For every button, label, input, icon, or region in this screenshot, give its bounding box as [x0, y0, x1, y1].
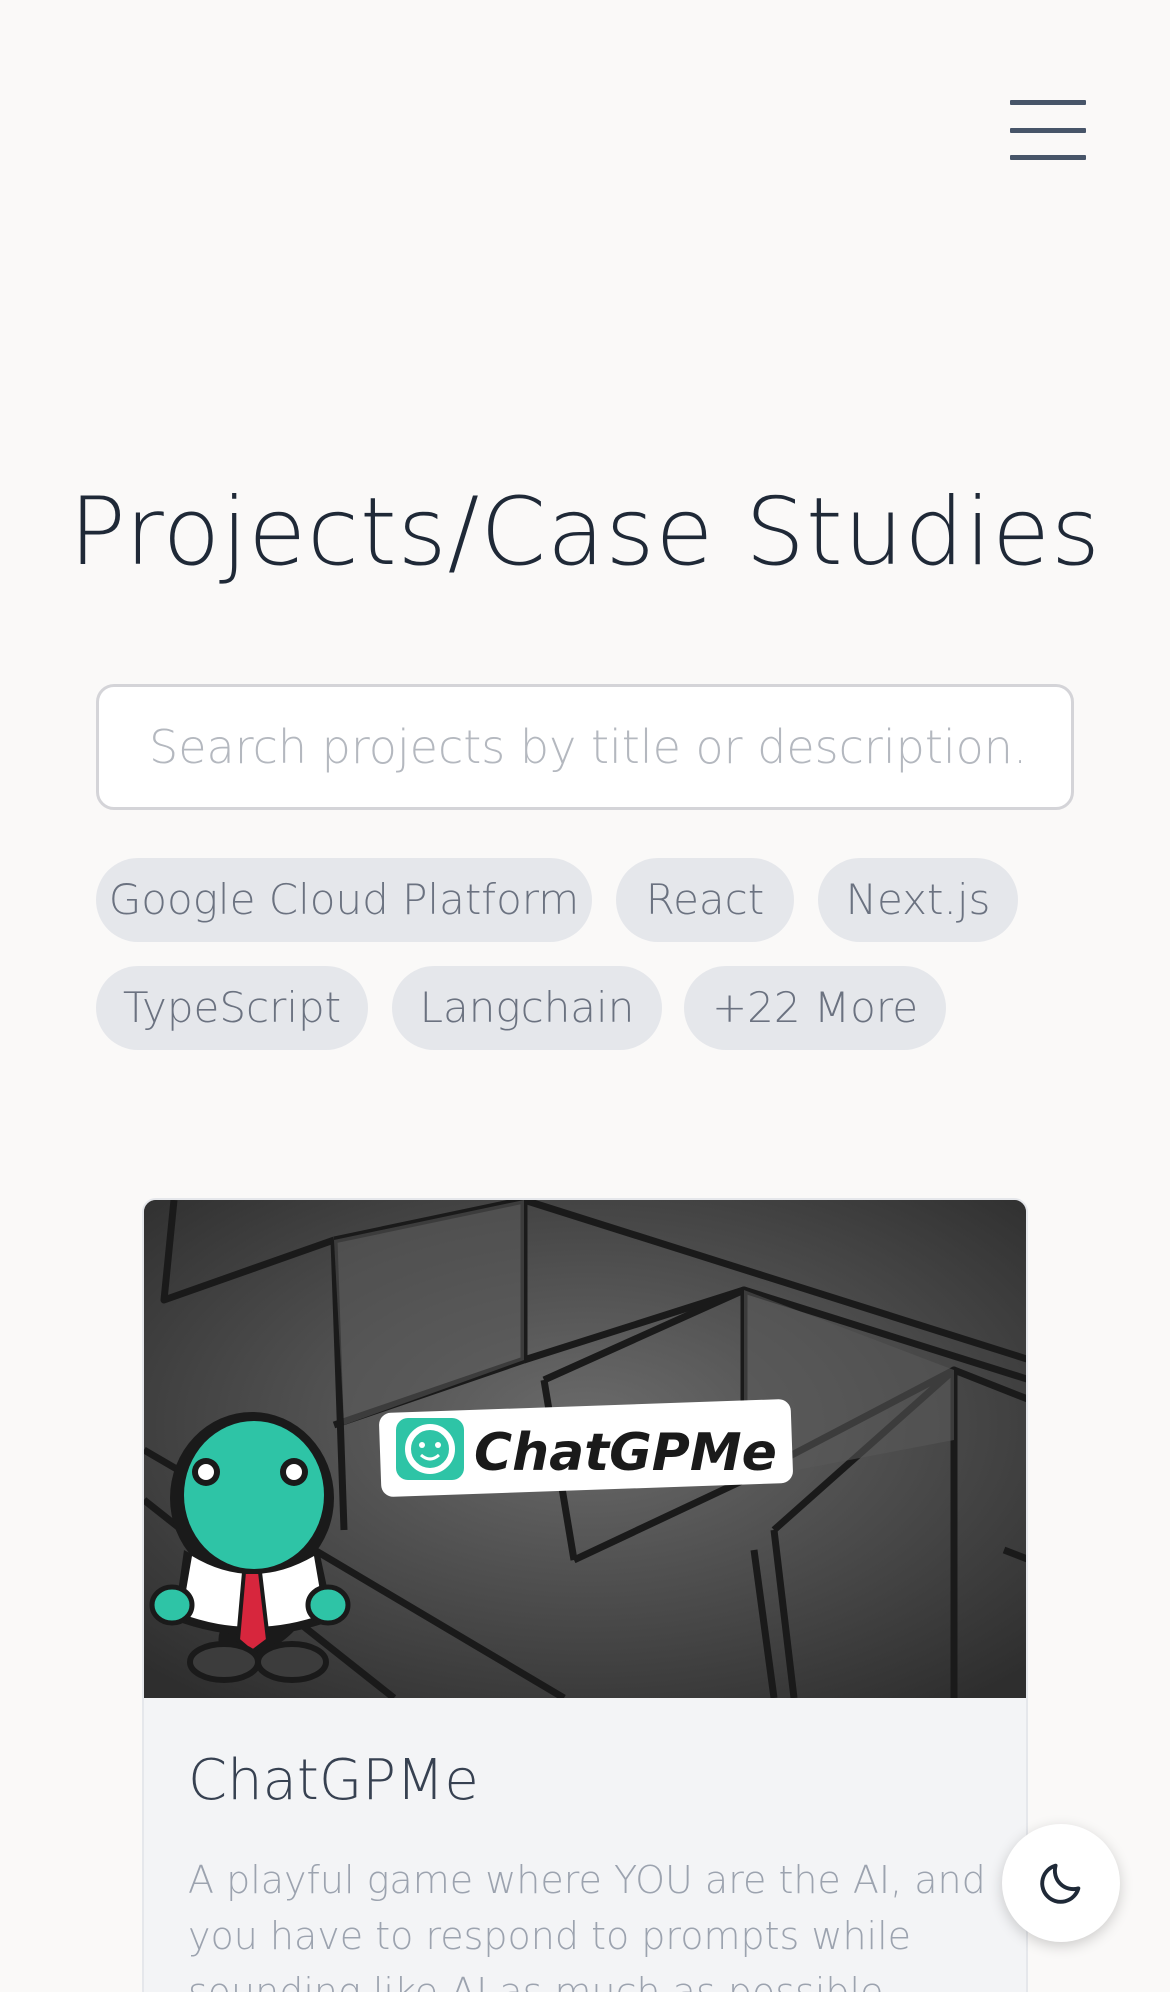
page: Projects/Case Studies Google Cloud Platf…: [0, 0, 1170, 1992]
theme-toggle-button[interactable]: [1002, 1824, 1120, 1942]
page-title: Projects/Case Studies: [69, 478, 1101, 587]
more-tags-button[interactable]: +22 More: [684, 966, 946, 1050]
tag-nextjs[interactable]: Next.js: [818, 858, 1018, 942]
tag-react[interactable]: React: [616, 858, 794, 942]
tag-google-cloud-platform[interactable]: Google Cloud Platform: [96, 858, 592, 942]
hamburger-menu-icon[interactable]: [1010, 100, 1086, 160]
thumbnail-logo-text: ChatGPMe: [474, 1423, 777, 1483]
moon-icon: [1040, 1863, 1081, 1904]
tag-typescript[interactable]: TypeScript: [96, 966, 368, 1050]
project-title: ChatGPMe: [188, 1748, 479, 1813]
project-thumbnail: ChatGPMe: [144, 1200, 1026, 1702]
project-card[interactable]: ChatGPMe ChatGPMe A playful game where Y…: [142, 1198, 1028, 1992]
project-description: A playful game where YOU are the AI, and…: [188, 1858, 986, 1992]
search-input[interactable]: [96, 684, 1074, 810]
tag-langchain[interactable]: Langchain: [392, 966, 662, 1050]
